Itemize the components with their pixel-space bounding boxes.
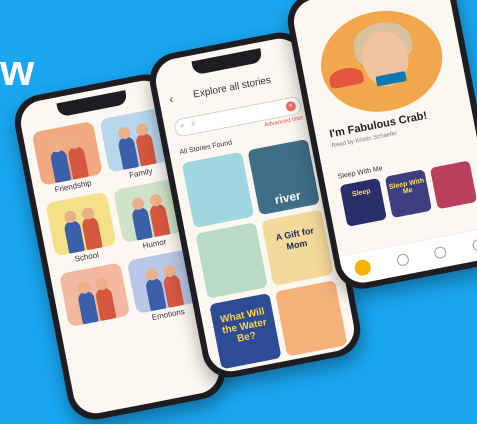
category-label: Humor xyxy=(141,237,168,251)
recommendation-title: Sleep xyxy=(351,187,372,199)
category-illustration xyxy=(44,191,116,257)
book-cover[interactable]: What Will the Water Be? xyxy=(209,292,282,370)
recommendation-card[interactable]: Sleep xyxy=(339,177,387,227)
category-label xyxy=(100,323,102,333)
book-cover[interactable] xyxy=(181,151,255,229)
book-title: What Will the Water Be? xyxy=(219,306,268,345)
book-title xyxy=(211,282,263,292)
clear-icon[interactable]: × xyxy=(284,100,297,113)
book-cover[interactable] xyxy=(274,280,348,357)
search-value: s xyxy=(190,120,196,128)
book-title xyxy=(197,211,249,221)
figure-shape xyxy=(66,145,89,180)
book-cover[interactable]: A Gift for Mom xyxy=(261,209,334,286)
story-hero-image xyxy=(312,0,452,123)
search-icon: ⌕ xyxy=(179,122,186,130)
figure-shape xyxy=(161,273,184,308)
figure-shape xyxy=(94,286,116,322)
category-card[interactable]: School xyxy=(44,191,118,269)
phone-notch xyxy=(191,48,263,76)
library-tab-icon[interactable] xyxy=(433,245,448,260)
tab-bar xyxy=(339,225,477,287)
search-tab-icon[interactable] xyxy=(395,252,410,267)
book-title xyxy=(290,340,342,350)
category-card[interactable]: Friendship xyxy=(31,121,105,198)
book-title: A Gift for Mom xyxy=(274,225,315,252)
crab-illustration xyxy=(327,65,365,90)
category-label: Family xyxy=(128,166,154,180)
recommendation-card[interactable] xyxy=(429,160,477,210)
category-label: School xyxy=(73,250,100,264)
book-cover[interactable] xyxy=(195,222,268,299)
recommendation-title xyxy=(433,169,468,176)
phone-notch xyxy=(56,90,128,118)
category-card[interactable] xyxy=(58,262,132,339)
book-cover[interactable]: river xyxy=(247,138,320,216)
brand-title-fragment: w xyxy=(0,46,36,95)
category-illustration xyxy=(31,121,103,186)
recommendation-title: Sleep With Me xyxy=(388,177,425,196)
category-illustration xyxy=(58,262,130,328)
figure-shape xyxy=(148,202,170,238)
figure-shape xyxy=(80,215,103,251)
recommendation-card[interactable]: Sleep With Me xyxy=(384,169,433,219)
profile-tab-icon[interactable] xyxy=(471,238,477,253)
book-title: river xyxy=(273,188,302,207)
home-tab-icon[interactable] xyxy=(353,258,373,278)
search-input[interactable]: ⌕ s × xyxy=(173,95,303,138)
figure-shape xyxy=(134,132,157,167)
